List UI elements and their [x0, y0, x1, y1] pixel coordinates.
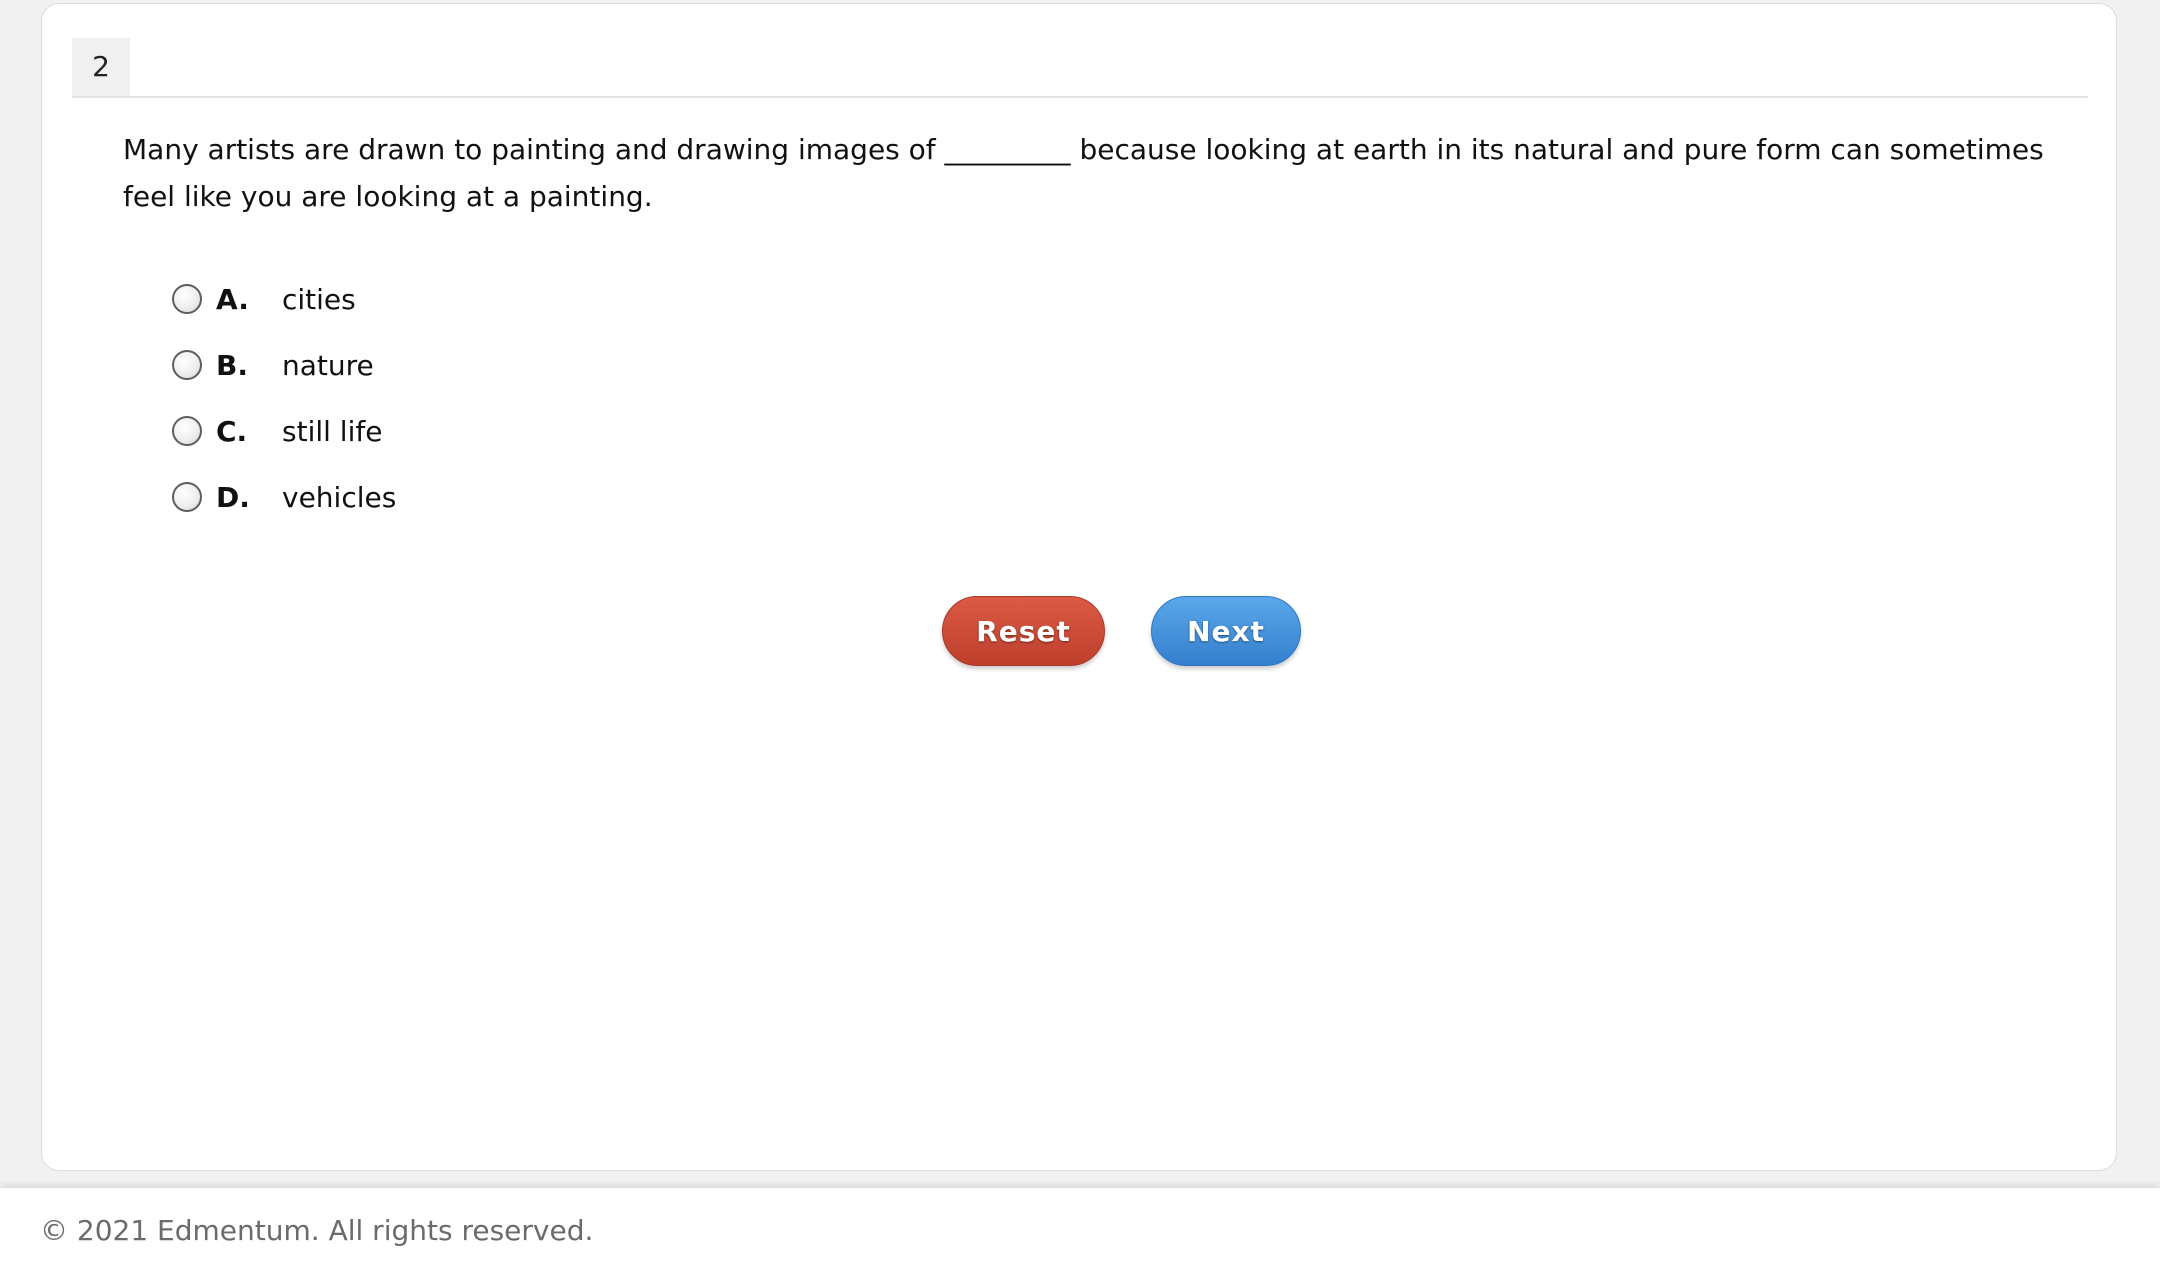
choice-text: nature	[282, 348, 374, 382]
next-button[interactable]: Next	[1151, 596, 1301, 666]
choice-c[interactable]: C. still life	[172, 398, 396, 464]
choice-letter: C.	[216, 414, 248, 448]
answer-choices: A. cities B. nature C. still life D. veh…	[172, 266, 396, 530]
choice-b[interactable]: B. nature	[172, 332, 396, 398]
choice-text: cities	[282, 282, 356, 316]
question-header: 2	[72, 34, 2088, 98]
radio-button-d[interactable]	[172, 482, 202, 512]
choice-d[interactable]: D. vehicles	[172, 464, 396, 530]
choice-letter: A.	[216, 282, 249, 316]
question-prompt: Many artists are drawn to painting and d…	[123, 133, 2044, 213]
choice-a[interactable]: A. cities	[172, 266, 396, 332]
radio-button-a[interactable]	[172, 284, 202, 314]
question-card: 2 Many artists are drawn to painting and…	[41, 3, 2117, 1171]
choice-text: still life	[282, 414, 383, 448]
reset-button[interactable]: Reset	[942, 596, 1105, 666]
page-footer: © 2021 Edmentum. All rights reserved.	[0, 1188, 2160, 1274]
radio-button-c[interactable]	[172, 416, 202, 446]
choice-letter: D.	[216, 480, 250, 514]
radio-button-b[interactable]	[172, 350, 202, 380]
choice-letter: B.	[216, 348, 248, 382]
copyright-text: © 2021 Edmentum. All rights reserved.	[40, 1214, 594, 1247]
question-number: 2	[72, 38, 130, 96]
choice-text: vehicles	[282, 480, 397, 514]
